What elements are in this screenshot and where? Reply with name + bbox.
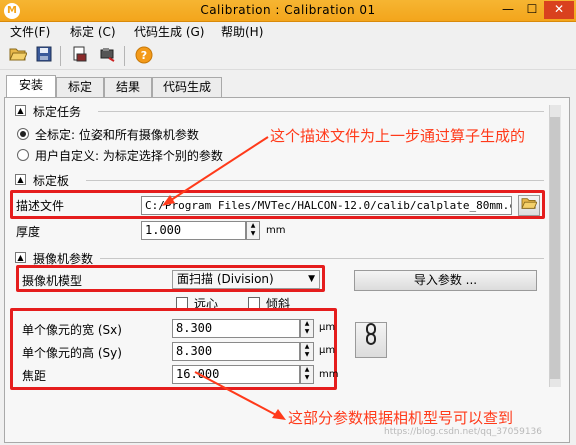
tab-install[interactable]: 安装 (6, 75, 56, 98)
import-params-button[interactable]: 导入参数 ... (354, 270, 537, 291)
window-title: Calibration : Calibration 01 (200, 3, 376, 17)
tab-results[interactable]: 结果 (104, 77, 152, 97)
svg-text:?: ? (141, 49, 147, 62)
menu-file[interactable]: 文件(F) (10, 24, 50, 40)
thickness-label: 厚度 (16, 225, 41, 239)
user-defined-label: 用户自定义: 为标定选择个别的参数 (35, 149, 223, 163)
camera-icon[interactable] (98, 46, 118, 66)
help-icon[interactable]: ? (134, 46, 154, 66)
thickness-spinner[interactable]: ▲ ▼ (246, 221, 260, 240)
focal-length-unit: mm (319, 369, 339, 380)
focal-length-spinner[interactable]: ▲ ▼ (300, 365, 314, 384)
tab-calibrate[interactable]: 标定 (56, 77, 104, 97)
radio-full-calibration[interactable] (17, 128, 29, 140)
menu-help[interactable]: 帮助(H) (221, 24, 263, 40)
task-group-title: 标定任务 (33, 105, 82, 119)
export-icon[interactable] (70, 46, 90, 66)
thickness-unit: mm (266, 225, 286, 236)
save-icon[interactable] (34, 46, 54, 66)
tab-codegen[interactable]: 代码生成 (152, 77, 222, 97)
watermark: https://blog.csdn.net/qq_37059136 (384, 427, 543, 437)
toolbar-separator (60, 46, 61, 66)
camera-model-select[interactable]: 面扫描 (Division) ▼ (172, 270, 320, 289)
collapse-task-icon[interactable]: ▲ (15, 105, 26, 116)
focal-length-input[interactable]: 16.000 (172, 365, 300, 384)
menu-codegen[interactable]: 代码生成 (G) (134, 24, 204, 40)
sy-input[interactable]: 8.300 (172, 342, 300, 361)
sy-spinner[interactable]: ▲ ▼ (300, 342, 314, 361)
full-calibration-label: 全标定: 位姿和所有摄像机参数 (35, 128, 199, 142)
plate-group-title: 标定板 (33, 174, 70, 188)
description-file-label: 描述文件 (16, 199, 65, 213)
toolbar-separator (124, 46, 125, 66)
collapse-plate-icon[interactable]: ▲ (15, 174, 26, 185)
radio-user-defined[interactable] (17, 149, 29, 161)
sx-label: 单个像元的宽 (Sx) (22, 323, 122, 337)
maximize-button[interactable]: ☐ (520, 1, 544, 19)
thickness-input[interactable]: 1.000 (141, 221, 246, 240)
folder-open-icon[interactable] (8, 46, 28, 66)
scrollbar-thumb[interactable] (550, 117, 560, 379)
camera-model-value: 面扫描 (Division) (177, 272, 274, 286)
sx-spinner[interactable]: ▲ ▼ (300, 319, 314, 338)
camera-model-label: 摄像机模型 (22, 274, 83, 288)
sy-label: 单个像元的高 (Sy) (22, 346, 122, 360)
chevron-down-icon: ▼ (308, 274, 315, 284)
browse-folder-icon[interactable] (518, 195, 540, 216)
link-chain-icon[interactable] (355, 322, 387, 358)
menu-calibrate[interactable]: 标定 (C) (70, 24, 116, 40)
group-divider (100, 258, 544, 259)
group-divider (98, 111, 544, 112)
annotation-camera-params: 这部分参数根据相机型号可以查到 (288, 409, 514, 427)
sx-unit: μm (319, 322, 336, 333)
group-divider (86, 180, 544, 181)
close-button[interactable]: ✕ (544, 1, 574, 19)
description-file-input[interactable]: C:/Program Files/MVTec/HALCON-12.0/calib… (141, 196, 512, 215)
collapse-camera-icon[interactable]: ▲ (15, 252, 26, 263)
annotation-description-file: 这个描述文件为上一步通过算子生成的 (270, 127, 526, 145)
sy-unit: μm (319, 345, 336, 356)
focal-length-label: 焦距 (22, 369, 47, 383)
minimize-button[interactable]: — (496, 1, 520, 19)
sx-input[interactable]: 8.300 (172, 319, 300, 338)
